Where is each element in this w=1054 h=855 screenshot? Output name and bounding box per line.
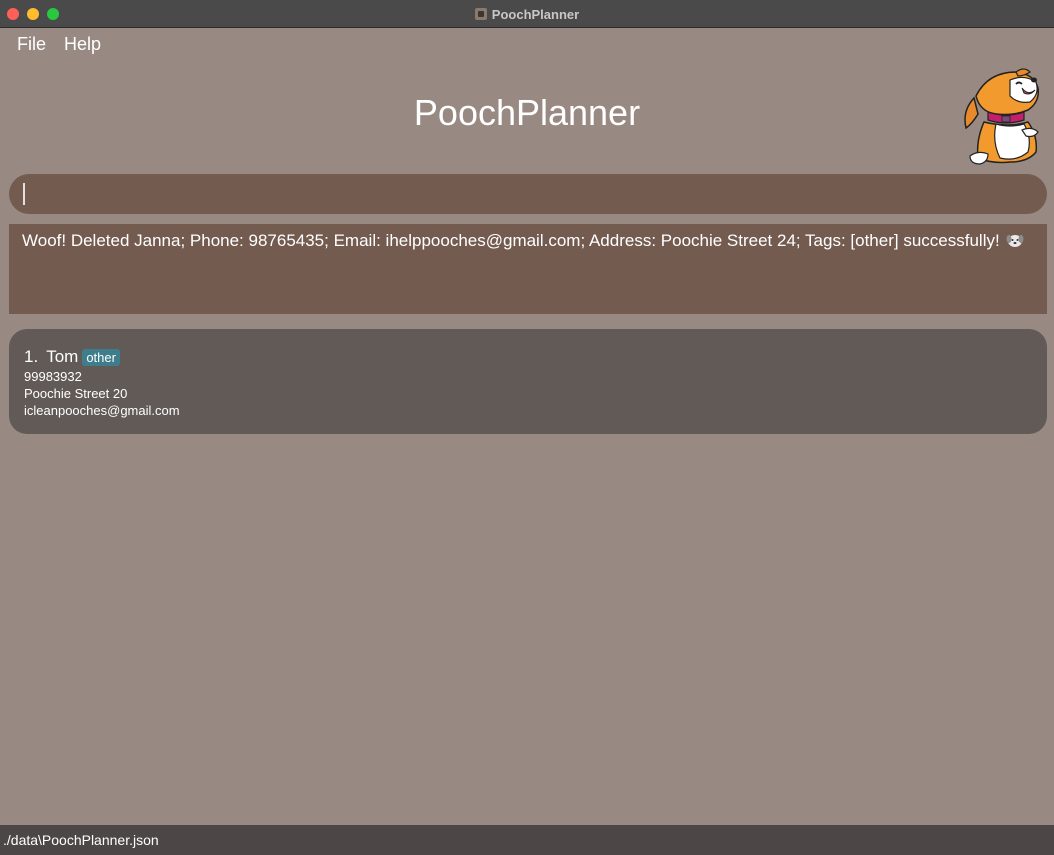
dog-mascot-icon: [964, 68, 1040, 165]
person-card-header: 1. Tom other: [24, 346, 180, 368]
status-bar: ./data\PoochPlanner.json: [0, 825, 1054, 855]
person-address: Poochie Street 20: [24, 386, 128, 401]
person-name: Tom: [46, 347, 79, 366]
dog-face-icon: [1006, 235, 1024, 247]
app-heading: PoochPlanner: [413, 92, 641, 133]
person-card[interactable]: 1. Tom other 99983932 Poochie Street 20 …: [24, 346, 180, 419]
document-icon: [474, 8, 487, 20]
result-message: Woof! Deleted Janna; Phone: 98765435; Em…: [22, 231, 1000, 250]
menu-file[interactable]: File: [17, 34, 46, 55]
person-list-panel: 1. Tom other 99983932 Poochie Street 20 …: [9, 329, 1047, 434]
menu-bar: File Help: [0, 29, 1054, 59]
person-phone: 99983932: [24, 369, 82, 384]
text-caret: [23, 183, 25, 205]
menu-help[interactable]: Help: [64, 34, 101, 55]
tag-badge: other: [82, 348, 120, 366]
person-index: 1.: [24, 347, 39, 366]
window-title: PoochPlanner: [491, 6, 580, 22]
data-file-path: ./data\PoochPlanner.json: [3, 832, 159, 848]
result-display: Woof! Deleted Janna; Phone: 98765435; Em…: [9, 224, 1047, 314]
command-input[interactable]: [9, 174, 1047, 214]
window-title-group: PoochPlanner: [0, 0, 1054, 28]
window-titlebar: PoochPlanner: [0, 0, 1054, 28]
person-email: icleanpooches@gmail.com: [24, 403, 180, 418]
